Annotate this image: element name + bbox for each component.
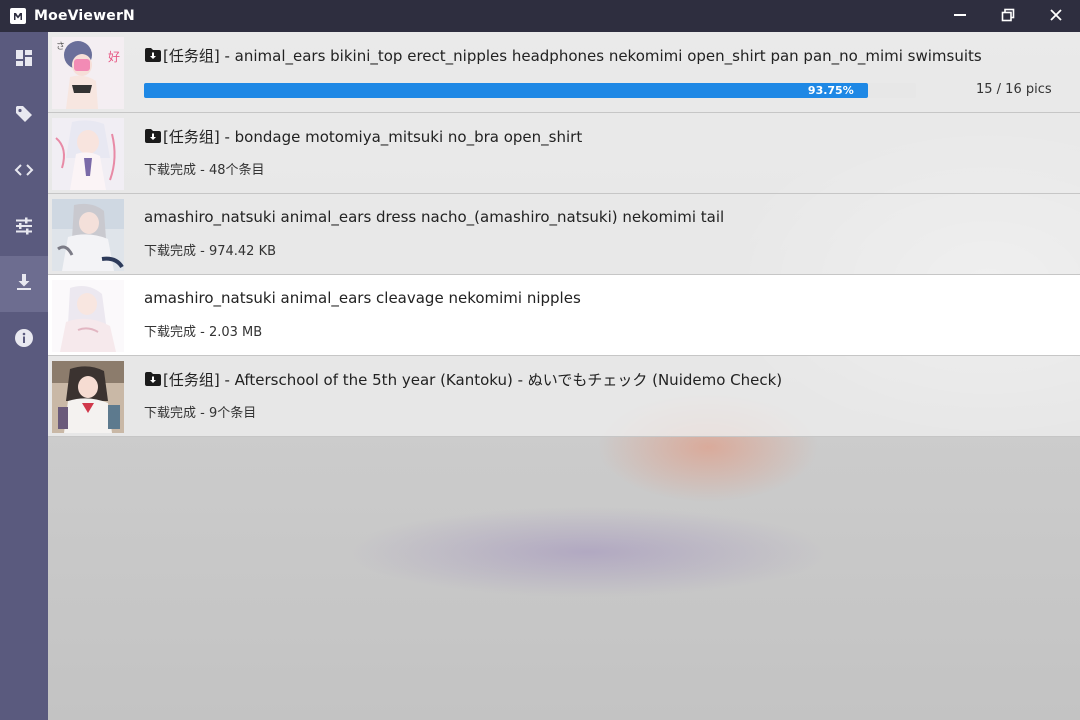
- m-logo-icon: [10, 8, 26, 24]
- download-folder-icon: [144, 370, 162, 388]
- download-icon: [14, 272, 34, 296]
- sidebar: [0, 32, 48, 720]
- item-status: 下载完成 - 2.03 MB: [144, 325, 263, 340]
- sidebar-item-dashboard[interactable]: [0, 32, 48, 88]
- svg-text:好: 好: [108, 50, 120, 64]
- minimize-icon: [953, 7, 967, 26]
- download-item[interactable]: amashiro_natsuki animal_ears dress nacho…: [48, 194, 1080, 275]
- download-folder-icon: [144, 46, 162, 64]
- download-item[interactable]: 好 さ [任务组] - animal_ears bikini_top erect…: [48, 32, 1080, 113]
- download-item[interactable]: amashiro_natsuki animal_ears cleavage ne…: [48, 275, 1080, 356]
- download-item[interactable]: [任务组] - bondage motomiya_mitsuki no_bra …: [48, 113, 1080, 194]
- item-status: 下载完成 - 48个条目: [144, 163, 265, 178]
- download-list: 好 さ [任务组] - animal_ears bikini_top erect…: [48, 32, 1080, 720]
- close-icon: [1049, 7, 1063, 26]
- restore-button[interactable]: [984, 0, 1032, 32]
- item-status: 下载完成 - 9个条目: [144, 406, 257, 421]
- download-folder-icon: [144, 127, 162, 145]
- progress-percent: 93.75%: [807, 84, 854, 97]
- item-title: [任务组] - animal_ears bikini_top erect_nip…: [163, 46, 982, 65]
- thumbnail-image: [52, 361, 124, 433]
- item-title-row: [任务组] - bondage motomiya_mitsuki no_bra …: [144, 125, 582, 147]
- restore-icon: [1001, 7, 1015, 26]
- app-title: MoeViewerN: [34, 8, 135, 24]
- item-title-row: [任务组] - animal_ears bikini_top erect_nip…: [144, 44, 982, 66]
- title-bar[interactable]: MoeViewerN: [0, 0, 1080, 32]
- item-title-row: amashiro_natsuki animal_ears cleavage ne…: [144, 287, 581, 309]
- dashboard-icon: [14, 48, 34, 72]
- item-status: 下载完成 - 974.42 KB: [144, 244, 277, 259]
- sidebar-item-about[interactable]: [0, 312, 48, 368]
- sidebar-item-tags[interactable]: [0, 88, 48, 144]
- item-title-row: [任务组] - Afterschool of the 5th year (Kan…: [144, 368, 782, 390]
- close-button[interactable]: [1032, 0, 1080, 32]
- item-title-row: amashiro_natsuki animal_ears dress nacho…: [144, 206, 724, 228]
- thumbnail-image: [52, 118, 124, 190]
- thumbnail-image: [52, 280, 124, 352]
- info-icon: [14, 328, 34, 352]
- item-title: [任务组] - bondage motomiya_mitsuki no_bra …: [163, 127, 583, 146]
- sidebar-item-downloads[interactable]: [0, 256, 48, 312]
- item-title: [任务组] - Afterschool of the 5th year (Kan…: [163, 370, 783, 389]
- progress-fill: 93.75%: [144, 83, 868, 98]
- thumbnail-image: [52, 199, 124, 271]
- sliders-icon: [14, 216, 34, 240]
- sidebar-item-settings[interactable]: [0, 200, 48, 256]
- item-title: amashiro_natsuki animal_ears dress nacho…: [144, 208, 725, 226]
- svg-text:さ: さ: [56, 41, 65, 52]
- tag-icon: [14, 104, 34, 128]
- download-item[interactable]: [任务组] - Afterschool of the 5th year (Kan…: [48, 356, 1080, 437]
- code-icon: [14, 160, 34, 184]
- minimize-button[interactable]: [936, 0, 984, 32]
- download-progress-bar: 93.75%: [144, 83, 916, 98]
- item-title: amashiro_natsuki animal_ears cleavage ne…: [144, 289, 581, 307]
- progress-count: 15 / 16 pics: [976, 82, 1052, 97]
- thumbnail-image: 好 さ: [52, 37, 124, 109]
- sidebar-item-code[interactable]: [0, 144, 48, 200]
